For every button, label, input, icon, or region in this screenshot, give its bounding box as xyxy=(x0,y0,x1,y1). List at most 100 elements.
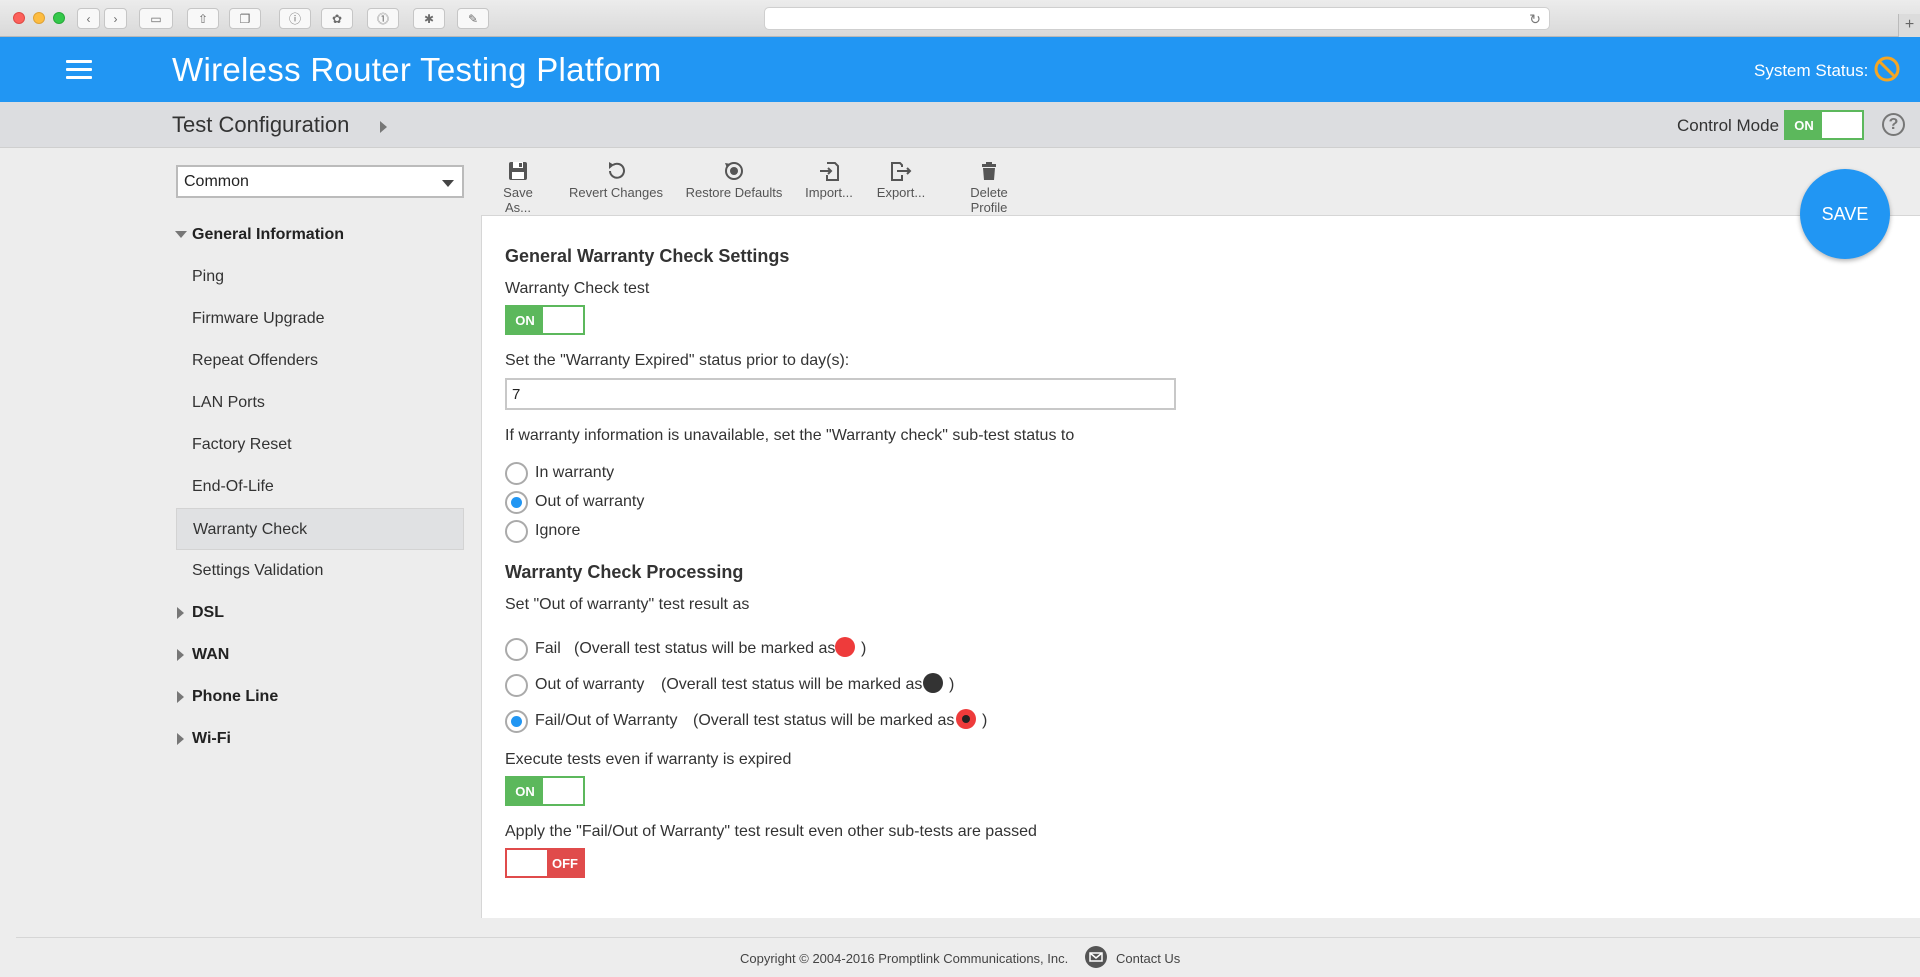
delete-profile-label: Delete Profile xyxy=(970,185,1008,215)
control-mode-label: Control Mode xyxy=(1677,116,1780,135)
floppy-disk-icon xyxy=(509,162,527,180)
status-blocked-icon[interactable] xyxy=(1873,55,1901,83)
nav-item-lan-ports[interactable]: LAN Ports xyxy=(176,382,464,424)
close-paren: ) xyxy=(982,712,988,729)
revert-changes-button[interactable]: Revert Changes xyxy=(568,160,664,200)
restore-defaults-button[interactable]: Restore Defaults xyxy=(684,160,784,200)
app-header: Wireless Router Testing Platform System … xyxy=(0,37,1920,102)
system-status-label: System Status: xyxy=(1754,61,1869,80)
info-icon[interactable]: ⓘ xyxy=(279,8,311,29)
radio-label: Ignore xyxy=(535,522,581,539)
forward-icon[interactable]: › xyxy=(104,8,127,29)
import-label: Import... xyxy=(805,185,853,200)
close-paren: ) xyxy=(949,676,955,693)
save-button[interactable]: SAVE xyxy=(1800,169,1890,259)
profile-select[interactable]: Common xyxy=(176,165,464,198)
nav-group-label: Phone Line xyxy=(192,688,279,705)
menu-icon[interactable] xyxy=(66,60,92,80)
restore-icon xyxy=(725,162,743,180)
toggle-state: ON xyxy=(515,312,535,328)
nav-item-end-of-life[interactable]: End-Of-Life xyxy=(176,466,464,508)
apply-result-label: Apply the "Fail/Out of Warranty" test re… xyxy=(505,823,1037,840)
radio-label: In warranty xyxy=(535,464,615,481)
trash-icon xyxy=(982,162,996,180)
nav-item-warranty-check[interactable]: Warranty Check xyxy=(176,508,464,550)
toggle-state: ON xyxy=(515,783,535,799)
delete-profile-button[interactable]: Delete Profile xyxy=(950,160,1028,215)
warranty-expired-label: Set the "Warranty Expired" status prior … xyxy=(505,352,850,369)
radio-result-fail[interactable] xyxy=(505,638,528,661)
caret-right-icon xyxy=(177,733,184,745)
contact-us-link[interactable]: Contact Us xyxy=(1116,951,1180,966)
footer-divider xyxy=(16,937,1920,938)
nav-group-label: Wi-Fi xyxy=(192,730,231,747)
export-button[interactable]: Export... xyxy=(876,160,926,200)
tabs-icon[interactable]: ❐ xyxy=(229,8,261,29)
result-note: (Overall test status will be marked as xyxy=(574,640,836,657)
nav-item-repeat-offenders[interactable]: Repeat Offenders xyxy=(176,340,464,382)
close-paren: ) xyxy=(861,640,867,657)
control-mode-toggle[interactable]: ON xyxy=(1784,110,1864,140)
export-icon xyxy=(891,162,912,181)
radio-result-out-of-warranty[interactable] xyxy=(505,674,528,697)
footer-copyright: Copyright © 2004-2016 Promptlink Communi… xyxy=(740,951,1069,966)
caret-right-icon[interactable] xyxy=(380,121,387,133)
minimize-window-button[interactable] xyxy=(33,12,45,24)
nav-group-label: DSL xyxy=(192,604,224,621)
save-as-button[interactable]: Save As... xyxy=(492,160,544,215)
close-window-button[interactable] xyxy=(13,12,25,24)
address-bar[interactable]: ↻ xyxy=(764,7,1550,30)
result-note: (Overall test status will be marked as xyxy=(693,712,955,729)
caret-down-icon xyxy=(175,231,187,238)
caret-right-icon xyxy=(177,607,184,619)
nav-item-factory-reset[interactable]: Factory Reset xyxy=(176,424,464,466)
chevron-down-icon xyxy=(442,180,454,187)
profile-select-value: Common xyxy=(184,173,249,190)
export-label: Export... xyxy=(876,185,926,200)
import-button[interactable]: Import... xyxy=(803,160,855,200)
radio-ignore[interactable] xyxy=(505,520,528,543)
sidebar-icon[interactable]: ▭ xyxy=(139,8,173,29)
warranty-check-test-toggle[interactable]: ON xyxy=(505,305,585,335)
back-icon[interactable]: ‹ xyxy=(77,8,100,29)
nav-item-settings-validation[interactable]: Settings Validation xyxy=(176,550,464,592)
radio-label: Out of warranty xyxy=(535,493,645,510)
warranty-expired-days-input[interactable]: 7 xyxy=(505,378,1176,410)
radio-in-warranty[interactable] xyxy=(505,462,528,485)
save-as-label: Save As... xyxy=(503,185,533,215)
nav-item-firmware-upgrade[interactable]: Firmware Upgrade xyxy=(176,298,464,340)
nav-group-label: General Information xyxy=(192,226,345,243)
reload-icon[interactable]: ↻ xyxy=(1529,11,1541,28)
paw-icon[interactable]: ✿ xyxy=(321,8,353,29)
toggle-state: ON xyxy=(1794,117,1814,133)
processing-title: Warranty Check Processing xyxy=(505,562,744,582)
page-title: Test Configuration xyxy=(172,112,350,137)
mail-icon[interactable] xyxy=(1085,946,1107,968)
new-tab-button[interactable]: + xyxy=(1898,14,1920,37)
apply-result-toggle[interactable]: OFF xyxy=(505,848,585,878)
notes-icon[interactable]: ✎ xyxy=(457,8,489,29)
caret-right-icon xyxy=(177,649,184,661)
password-icon[interactable]: ⓵ xyxy=(367,8,399,29)
toggle-state: OFF xyxy=(552,855,578,871)
result-label: Set "Out of warranty" test result as xyxy=(505,596,750,613)
radio-label: Fail/Out of Warranty xyxy=(535,712,678,729)
revert-changes-label: Revert Changes xyxy=(569,185,663,200)
radio-out-of-warranty[interactable] xyxy=(505,491,528,514)
unavailable-status-label: If warranty information is unavailable, … xyxy=(505,427,1075,444)
nav-item-ping[interactable]: Ping xyxy=(176,256,464,298)
share-icon[interactable]: ⇧ xyxy=(187,8,219,29)
nav-group-label: WAN xyxy=(192,646,230,663)
zoom-window-button[interactable] xyxy=(53,12,65,24)
caret-right-icon xyxy=(177,691,184,703)
help-icon[interactable]: ? xyxy=(1882,113,1905,136)
status-red-icon xyxy=(835,637,855,657)
execute-tests-label: Execute tests even if warranty is expire… xyxy=(505,751,792,768)
result-note: (Overall test status will be marked as xyxy=(661,676,923,693)
browser-toolbar: ‹ › ▭ ⇧ ❐ ⓘ ✿ ⓵ ✱ ✎ ↻ + xyxy=(0,0,1920,37)
radio-result-fail-out-of-warranty[interactable] xyxy=(505,710,528,733)
app-title: Wireless Router Testing Platform xyxy=(172,51,662,88)
extension-icon[interactable]: ✱ xyxy=(413,8,445,29)
execute-tests-toggle[interactable]: ON xyxy=(505,776,585,806)
undo-icon xyxy=(609,162,625,179)
